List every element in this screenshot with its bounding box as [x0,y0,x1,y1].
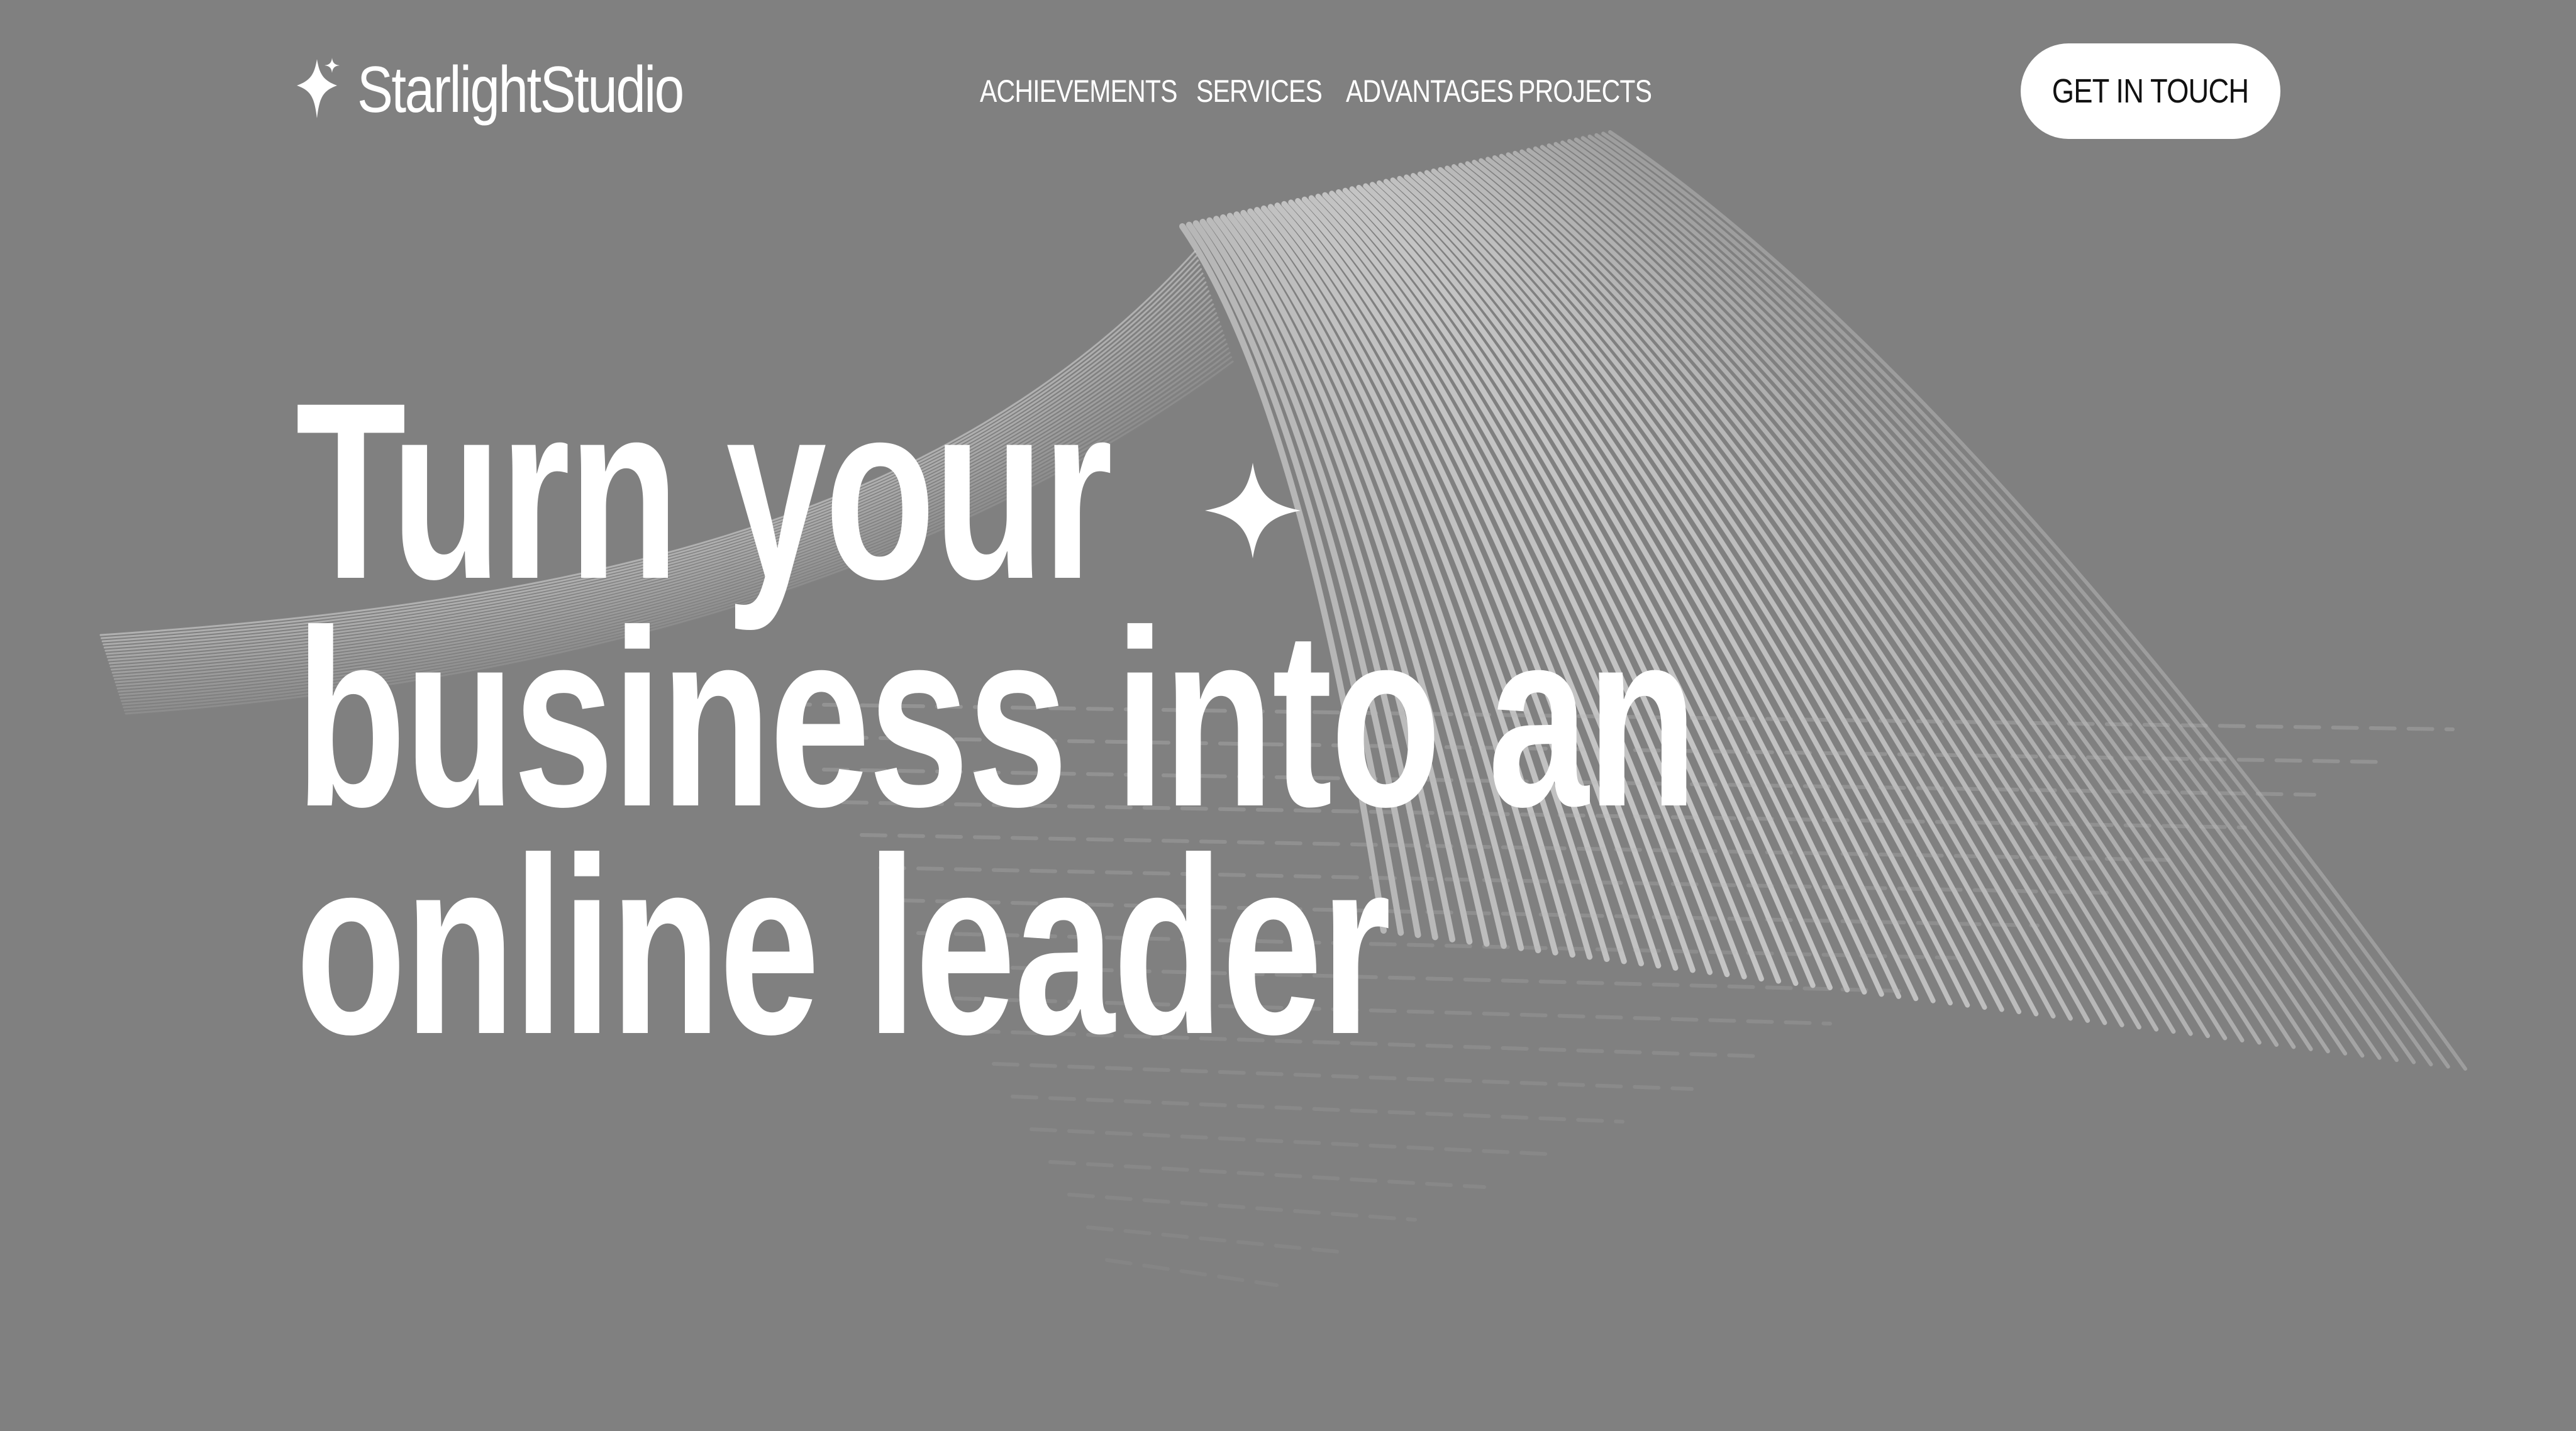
hero-title-line-1: Turn your [296,350,1113,631]
wave-stripe [1580,136,2399,1063]
hero-title-line-3: online leader [296,805,1391,1086]
main-navigation: ACHIEVEMENTS SERVICES ADVANTAGES PROJECT… [980,69,1652,113]
nav-link-projects[interactable]: PROJECTS [1518,69,1652,113]
wave-dash-row [1011,1095,1624,1124]
four-point-star-icon [297,58,340,118]
nav-link-services[interactable]: SERVICES [1196,69,1323,113]
four-point-star-icon [1205,463,1301,558]
brand-name: StarlightStudio [357,53,684,126]
get-in-touch-label: GET IN TOUCH [2052,72,2249,110]
wave-stripe [1587,135,2416,1064]
wave-stripe [1608,130,2467,1071]
site-header: StarlightStudio ACHIEVEMENTS SERVICES AD… [0,0,2576,189]
wave-dash-row [1086,1225,1348,1254]
wave-stripe [1574,137,2382,1060]
wave-dash-row [1030,1127,1555,1156]
wave-stripe [1601,131,2450,1069]
nav-link-achievements[interactable]: ACHIEVEMENTS [980,69,1177,113]
nav-link-advantages[interactable]: ADVANTAGES [1346,69,1514,113]
get-in-touch-button[interactable]: GET IN TOUCH [2021,43,2280,139]
hero-title-line-2: business into an [296,578,1697,859]
hero-title: Turn your business into an online leader [296,350,1697,1086]
wave-dash-row [1067,1193,1417,1222]
brand-logo[interactable]: StarlightStudio [293,49,754,131]
wave-dash-row [1048,1160,1486,1189]
wave-stripe [1594,133,2433,1067]
wave-dash-row [1105,1258,1279,1287]
